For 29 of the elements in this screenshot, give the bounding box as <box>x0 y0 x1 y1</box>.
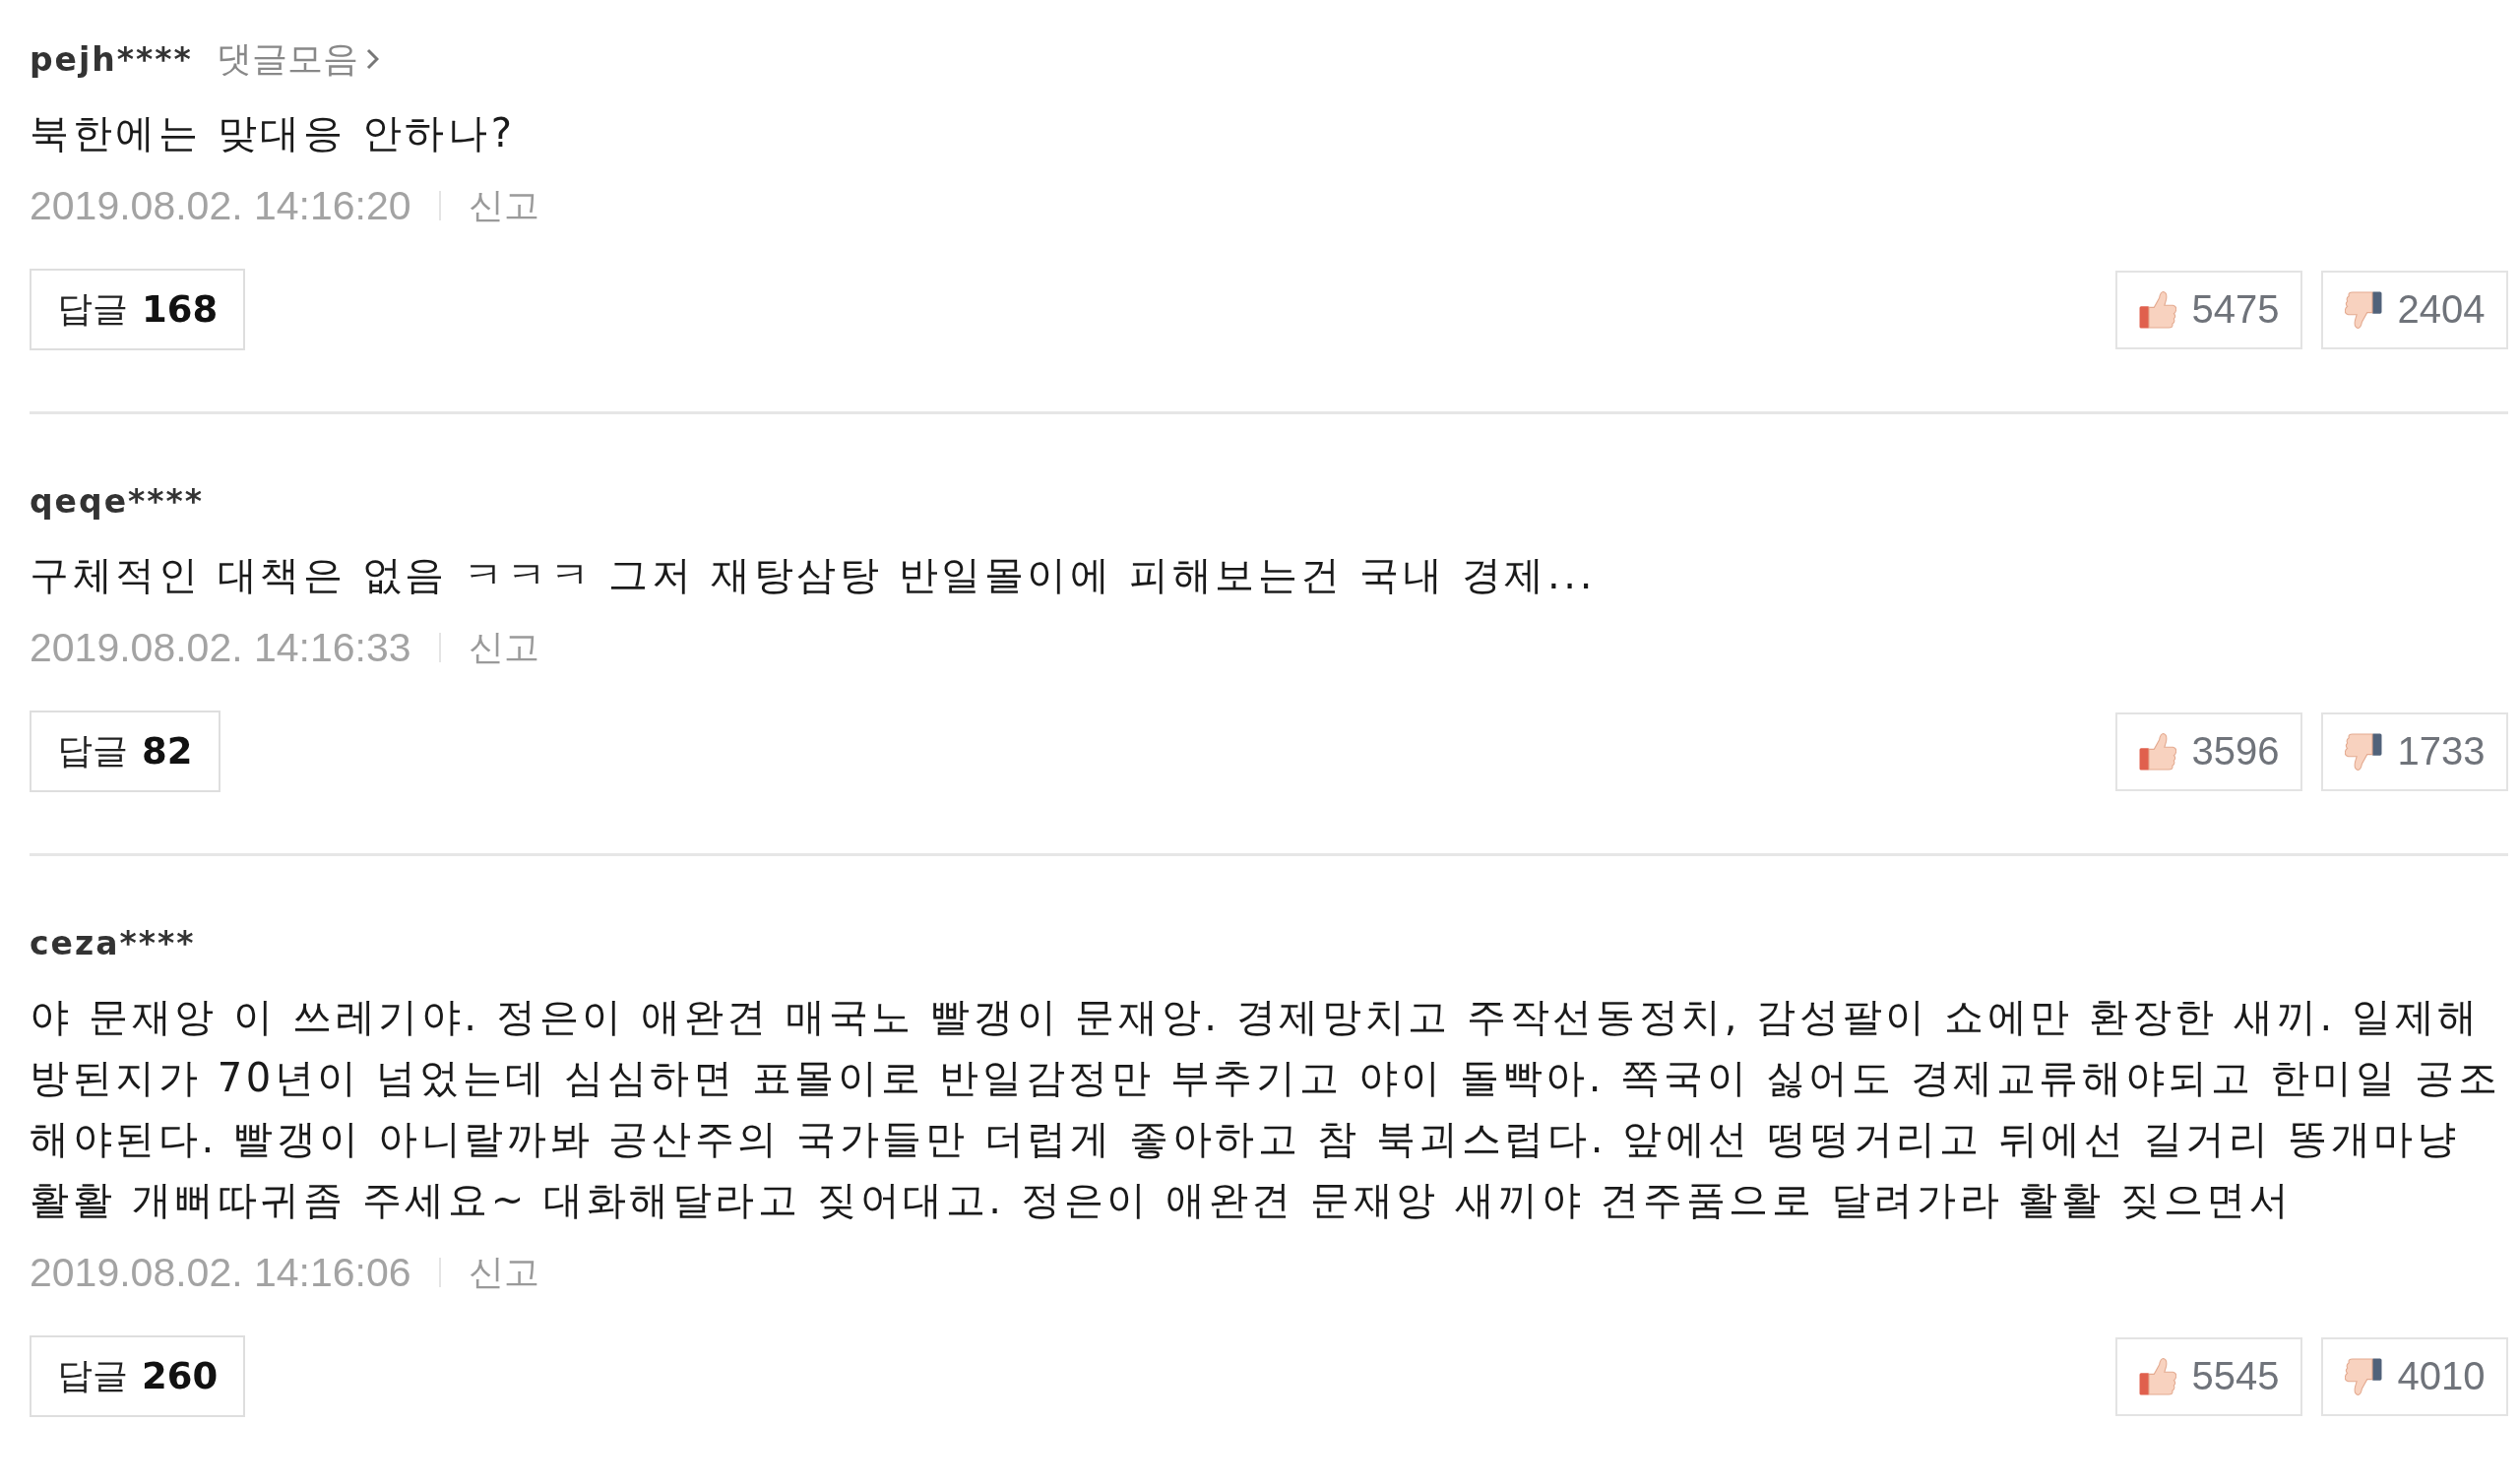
reply-button[interactable]: 답글 168 <box>30 269 246 350</box>
reply-button[interactable]: 답글 260 <box>30 1335 246 1417</box>
comment-author: pejh**** <box>30 39 193 79</box>
comment-text: 북한에는 맞대응 안하나? <box>30 109 517 157</box>
dislike-button[interactable]: 1733 <box>2321 711 2508 791</box>
like-button[interactable]: 3596 <box>2115 711 2302 791</box>
comment-history-link[interactable]: 댓글모음 <box>216 34 379 84</box>
thumbs-up-icon <box>2138 732 2176 771</box>
like-button[interactable]: 5545 <box>2115 1336 2302 1416</box>
reply-button[interactable]: 답글 82 <box>30 711 220 792</box>
like-button[interactable]: 5475 <box>2115 270 2302 349</box>
comment-text: 구체적인 대책은 없음 ㅋㅋㅋ 그저 재탕삼탕 반일몰이에 피해보는건 국내 경제... <box>30 551 1597 599</box>
comment-text: 야 문재앙 이 쓰레기야. 정은이 애완견 매국노 빨갱이 문재앙. 경제망치고 주작선동정치, 감성팔이 쇼에만 환장한 새끼. 일제해방된지가 70년이 넘었는데 심심하면 표몰이로 반일감정만 부추기고 야이 돌빡아. 쪽국이 싫어도 경제교류해야되고 한미일 공조해야된다. 빨갱이 아니랄까봐 공산주의 국가들만 더럽게 좋아하고 참 북괴스럽다. 앞에선 떵떵거리고 뒤에선 길거리 똥개마냥 활활 개뻐따귀좀 주세요~ 대화해달라고 짖어대고. 정은이 애완견 문재앙 새끼야 견주품으로 달려가라 활활 짖으면서 <box>30 993 2502 1224</box>
report-link[interactable]: 신고 <box>468 623 539 672</box>
comment-author: ceza**** <box>30 923 196 962</box>
thumbs-down-icon <box>2344 290 2382 329</box>
thumbs-up-icon <box>2138 290 2176 329</box>
thumbs-down-icon <box>2344 1357 2382 1395</box>
thumbs-up-icon <box>2138 1357 2176 1395</box>
comment-author: qeqe**** <box>30 481 205 521</box>
comment-date: 2019.08.02. 14:16:06 <box>30 1249 411 1296</box>
comment-date: 2019.08.02. 14:16:20 <box>30 182 411 229</box>
dislike-button[interactable]: 4010 <box>2321 1336 2508 1416</box>
report-link[interactable]: 신고 <box>468 1248 539 1297</box>
chevron-right-icon <box>365 48 379 70</box>
report-link[interactable]: 신고 <box>468 181 539 230</box>
thumbs-down-icon <box>2344 732 2382 771</box>
dislike-button[interactable]: 2404 <box>2321 270 2508 349</box>
comment-date: 2019.08.02. 14:16:33 <box>30 624 411 671</box>
